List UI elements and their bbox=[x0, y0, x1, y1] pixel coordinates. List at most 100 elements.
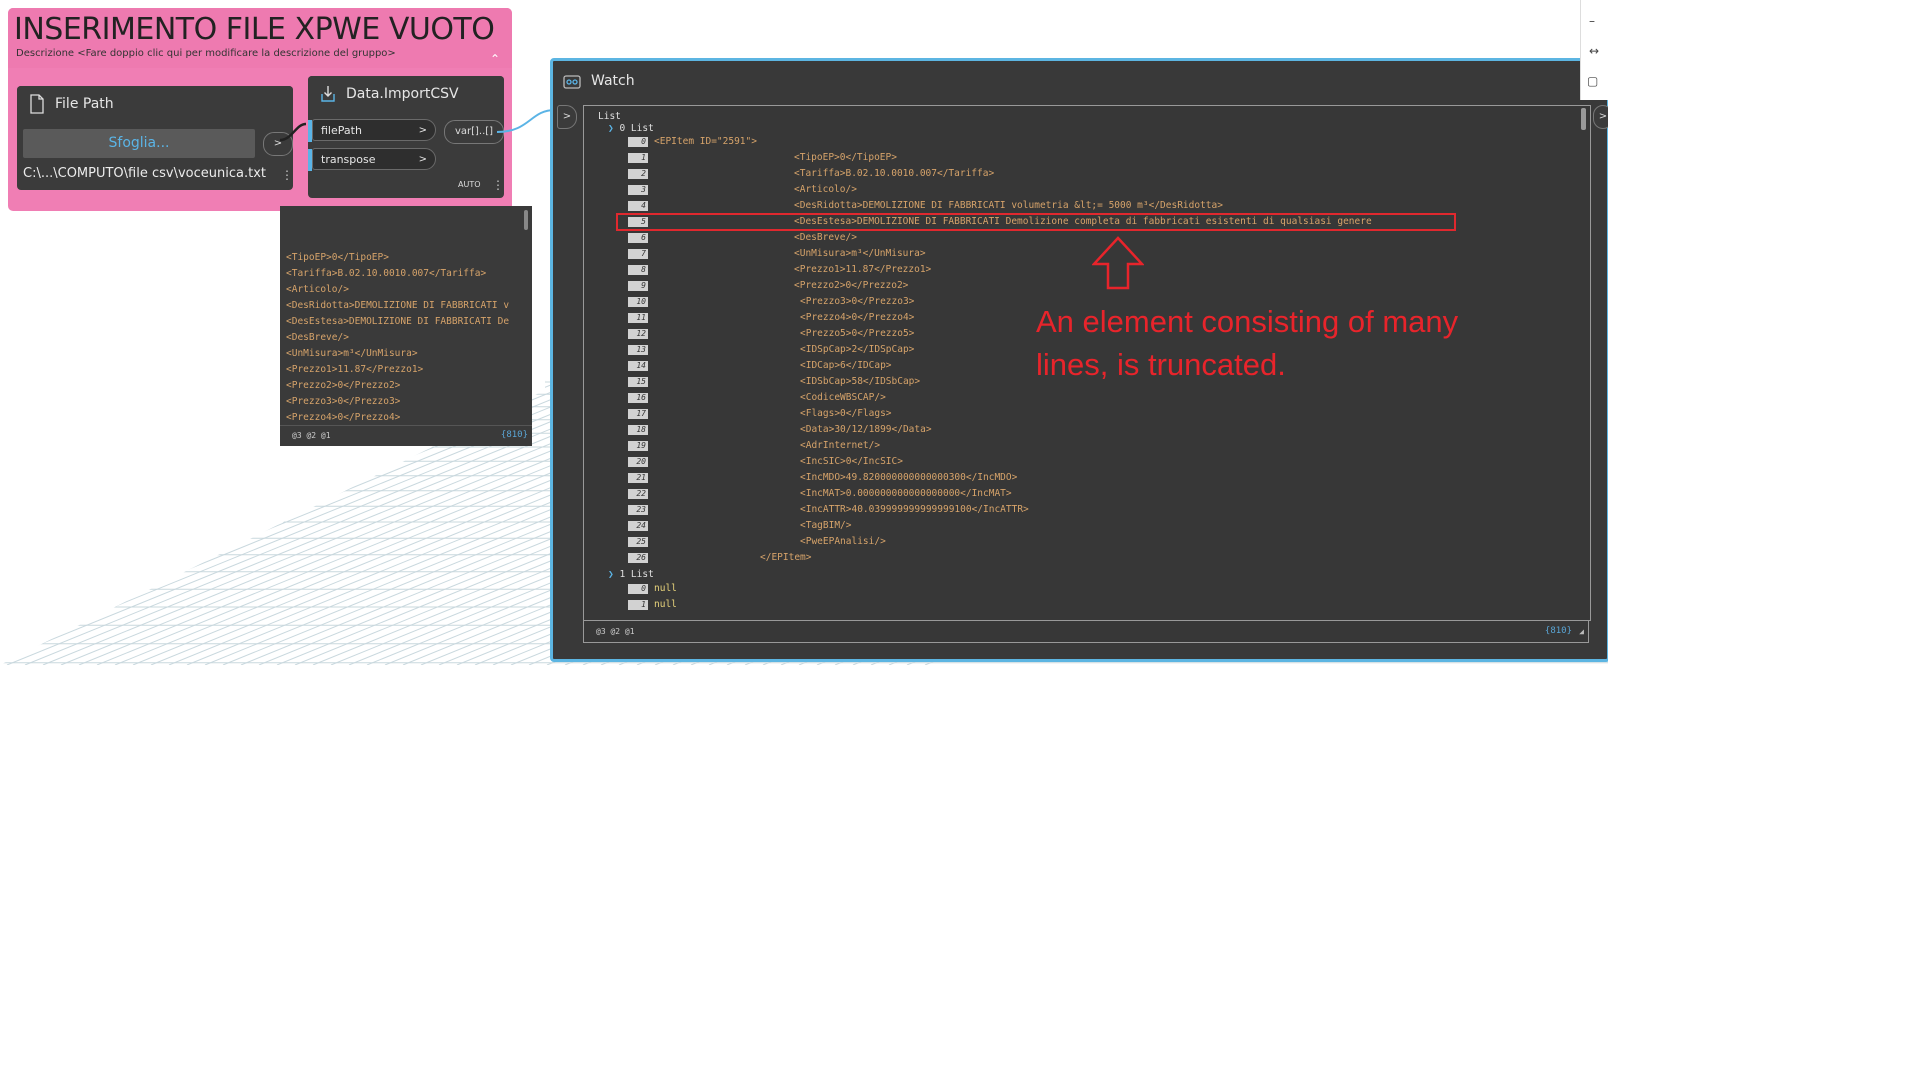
item-value[interactable]: <Prezzo4>0</Prezzo4> bbox=[800, 312, 914, 323]
item-index: 25 bbox=[628, 537, 648, 547]
item-index: 12 bbox=[628, 329, 648, 339]
item-index: 7 bbox=[628, 249, 648, 259]
item-index: 4 bbox=[628, 201, 648, 211]
list-levels[interactable]: @3 @2 @1 bbox=[596, 627, 635, 636]
annotation-text: An element consisting of many lines, is … bbox=[1036, 300, 1458, 386]
item-index: 26 bbox=[628, 553, 648, 563]
item-index: 24 bbox=[628, 521, 648, 531]
arrow-up-icon bbox=[1092, 236, 1144, 290]
preview-line: <DesEstesa>DEMOLIZIONE DI FABBRICATI De bbox=[286, 316, 510, 327]
preview-line: <UnMisura>m³</UnMisura> bbox=[286, 348, 418, 359]
item-value[interactable]: <EPItem ID="2591"> bbox=[654, 136, 757, 147]
item-value[interactable]: <IncMDO>49.820000000000000300</IncMDO> bbox=[800, 472, 1017, 483]
item-index: 19 bbox=[628, 441, 648, 451]
preview-line: <Tariffa>B.02.10.0010.007</Tariffa> bbox=[286, 268, 487, 279]
preview-line: <Articolo/> bbox=[286, 284, 349, 295]
node-title: Watch bbox=[591, 73, 635, 89]
node-preview[interactable]: <TipoEP>0</TipoEP> <Tariffa>B.02.10.0010.… bbox=[280, 206, 532, 446]
item-value[interactable]: <Flags>0</Flags> bbox=[800, 408, 892, 419]
item-value[interactable]: null bbox=[654, 583, 677, 594]
item-value[interactable]: <IncMAT>0.000000000000000000</IncMAT> bbox=[800, 488, 1012, 499]
item-count: {810} bbox=[500, 430, 528, 440]
annotation-line: lines, is truncated. bbox=[1036, 347, 1286, 382]
item-index: 11 bbox=[628, 313, 648, 323]
item-index: 1 bbox=[628, 600, 648, 610]
preview-line: <DesBreve/> bbox=[286, 332, 349, 343]
canvas[interactable]: INSERIMENTO FILE XPWE VUOTO Descrizione … bbox=[0, 0, 1608, 665]
item-index: 23 bbox=[628, 505, 648, 515]
preview-line: <TipoEP>0</TipoEP> bbox=[286, 252, 389, 263]
item-value[interactable]: <PweEPAnalisi/> bbox=[800, 536, 886, 547]
tree-scrollbar[interactable] bbox=[1581, 108, 1586, 130]
item-index: 3 bbox=[628, 185, 648, 195]
item-index: 8 bbox=[628, 265, 648, 275]
output-port[interactable]: > bbox=[1593, 105, 1608, 129]
preview-scrollbar[interactable] bbox=[524, 210, 528, 230]
item-index: 21 bbox=[628, 473, 648, 483]
item-index: 14 bbox=[628, 361, 648, 371]
list-label: 0 List bbox=[619, 123, 654, 134]
wire-watch bbox=[496, 109, 556, 133]
item-index: 17 bbox=[628, 409, 648, 419]
preview-line: <Prezzo3>0</Prezzo3> bbox=[286, 396, 401, 407]
tree-list-0[interactable]: ❯ 0 List bbox=[608, 123, 654, 134]
input-port[interactable]: > bbox=[557, 105, 577, 129]
item-value[interactable]: <UnMisura>m³</UnMisura> bbox=[794, 248, 926, 259]
highlight-box bbox=[616, 213, 1456, 231]
item-count: {810} bbox=[1544, 626, 1572, 636]
item-index: 9 bbox=[628, 281, 648, 291]
item-value[interactable]: <Articolo/> bbox=[794, 184, 857, 195]
preview-footer: @3 @2 @1 {810} bbox=[280, 425, 532, 446]
item-value[interactable]: <Tariffa>B.02.10.0010.007</Tariffa> bbox=[794, 168, 994, 179]
item-index: 22 bbox=[628, 489, 648, 499]
expand-chevron-icon[interactable]: ❯ bbox=[608, 123, 614, 134]
item-value[interactable]: <IDSpCap>2</IDSpCap> bbox=[800, 344, 914, 355]
fit-view-icon[interactable]: ↔ bbox=[1589, 44, 1599, 58]
item-value[interactable]: </EPItem> bbox=[760, 552, 811, 563]
tree-root: List bbox=[598, 111, 621, 122]
item-value[interactable]: <Data>30/12/1899</Data> bbox=[800, 424, 932, 435]
item-value[interactable]: <TagBIM/> bbox=[800, 520, 851, 531]
watch-icon bbox=[563, 75, 581, 89]
item-index: 0 bbox=[628, 137, 648, 147]
expand-chevron-icon[interactable]: ❯ bbox=[608, 569, 614, 580]
item-index: 16 bbox=[628, 393, 648, 403]
annotation-line: An element consisting of many bbox=[1036, 304, 1459, 339]
wire-filepath bbox=[279, 122, 307, 142]
right-toolbar[interactable]: – ↔ ▢ bbox=[1580, 0, 1608, 100]
item-value[interactable]: <IDSbCap>58</IDSbCap> bbox=[800, 376, 920, 387]
item-value[interactable]: <DesRidotta>DEMOLIZIONE DI FABBRICATI vo… bbox=[794, 200, 1223, 211]
preview-line: <Prezzo1>11.87</Prezzo1> bbox=[286, 364, 424, 375]
preview-line: <Prezzo2>0</Prezzo2> bbox=[286, 380, 401, 391]
list-levels[interactable]: @3 @2 @1 bbox=[292, 431, 331, 440]
resize-handle-icon[interactable]: ◢ bbox=[1579, 627, 1584, 636]
item-value[interactable]: <Prezzo2>0</Prezzo2> bbox=[794, 280, 908, 291]
item-index: 20 bbox=[628, 457, 648, 467]
preview-line: <Prezzo4>0</Prezzo4> bbox=[286, 412, 401, 423]
tree-list-1[interactable]: ❯ 1 List bbox=[608, 569, 654, 580]
list-label: 1 List bbox=[619, 569, 654, 580]
item-value[interactable]: <Prezzo3>0</Prezzo3> bbox=[800, 296, 914, 307]
item-index: 13 bbox=[628, 345, 648, 355]
item-value[interactable]: <TipoEP>0</TipoEP> bbox=[794, 152, 897, 163]
item-index: 18 bbox=[628, 425, 648, 435]
item-value[interactable]: <IncATTR>40.039999999999999100</IncATTR> bbox=[800, 504, 1029, 515]
item-value[interactable]: <IDCap>6</IDCap> bbox=[800, 360, 892, 371]
watch-footer: @3 @2 @1 {810} ◢ bbox=[583, 621, 1589, 643]
item-value[interactable]: <DesBreve/> bbox=[794, 232, 857, 243]
item-value[interactable]: null bbox=[654, 599, 677, 610]
connector-wires bbox=[279, 109, 556, 142]
item-value[interactable]: <IncSIC>0</IncSIC> bbox=[800, 456, 903, 467]
item-index: 2 bbox=[628, 169, 648, 179]
item-value[interactable]: <CodiceWBSCAP/> bbox=[800, 392, 886, 403]
item-index: 6 bbox=[628, 233, 648, 243]
zoom-out-icon[interactable]: – bbox=[1589, 14, 1595, 28]
camera-icon[interactable]: ▢ bbox=[1587, 74, 1598, 88]
item-index: 1 bbox=[628, 153, 648, 163]
item-index: 15 bbox=[628, 377, 648, 387]
preview-line: <DesRidotta>DEMOLIZIONE DI FABBRICATI v bbox=[286, 300, 510, 311]
item-index: 10 bbox=[628, 297, 648, 307]
item-value[interactable]: <Prezzo1>11.87</Prezzo1> bbox=[794, 264, 931, 275]
item-value[interactable]: <AdrInternet/> bbox=[800, 440, 880, 451]
item-value[interactable]: <Prezzo5>0</Prezzo5> bbox=[800, 328, 914, 339]
